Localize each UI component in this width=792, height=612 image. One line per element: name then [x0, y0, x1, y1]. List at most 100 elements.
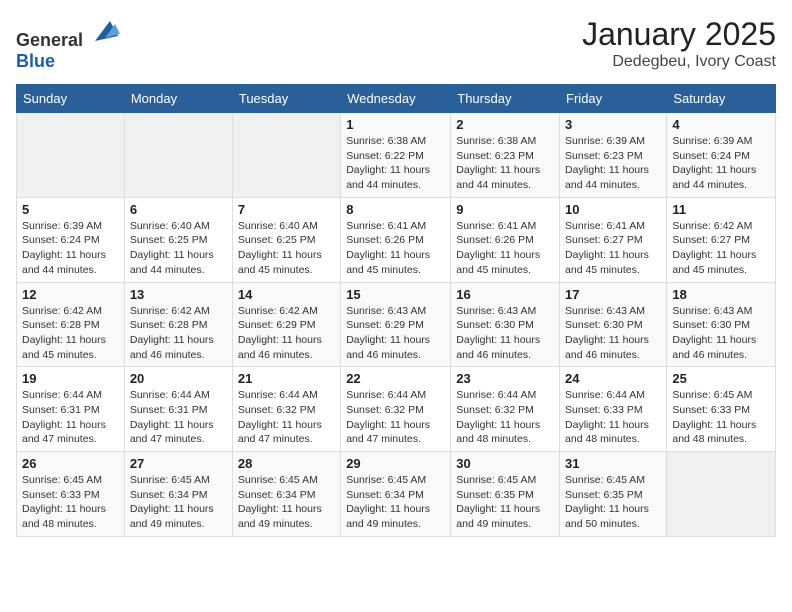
calendar-cell: 5 Sunrise: 6:39 AM Sunset: 6:24 PM Daylig… — [17, 197, 125, 282]
day-info: Sunrise: 6:41 AM Sunset: 6:26 PM Dayligh… — [346, 219, 445, 278]
calendar-day-header: Saturday — [667, 85, 776, 113]
calendar-day-header: Tuesday — [232, 85, 340, 113]
day-info: Sunrise: 6:39 AM Sunset: 6:24 PM Dayligh… — [22, 219, 119, 278]
calendar-cell: 12 Sunrise: 6:42 AM Sunset: 6:28 PM Dayli… — [17, 282, 125, 367]
day-info: Sunrise: 6:44 AM Sunset: 6:32 PM Dayligh… — [238, 388, 335, 447]
day-info: Sunrise: 6:43 AM Sunset: 6:30 PM Dayligh… — [456, 304, 554, 363]
day-number: 25 — [672, 371, 770, 386]
calendar-cell: 28 Sunrise: 6:45 AM Sunset: 6:34 PM Dayli… — [232, 452, 340, 537]
day-info: Sunrise: 6:42 AM Sunset: 6:28 PM Dayligh… — [130, 304, 227, 363]
day-number: 20 — [130, 371, 227, 386]
day-number: 13 — [130, 287, 227, 302]
day-info: Sunrise: 6:42 AM Sunset: 6:28 PM Dayligh… — [22, 304, 119, 363]
page-title: January 2025 — [582, 16, 776, 53]
day-info: Sunrise: 6:45 AM Sunset: 6:34 PM Dayligh… — [130, 473, 227, 532]
day-number: 8 — [346, 202, 445, 217]
day-number: 28 — [238, 456, 335, 471]
day-number: 19 — [22, 371, 119, 386]
calendar-cell: 17 Sunrise: 6:43 AM Sunset: 6:30 PM Dayli… — [560, 282, 667, 367]
day-number: 31 — [565, 456, 661, 471]
calendar-cell: 19 Sunrise: 6:44 AM Sunset: 6:31 PM Dayli… — [17, 367, 125, 452]
calendar-week-row: 12 Sunrise: 6:42 AM Sunset: 6:28 PM Dayli… — [17, 282, 776, 367]
day-number: 12 — [22, 287, 119, 302]
day-info: Sunrise: 6:38 AM Sunset: 6:23 PM Dayligh… — [456, 134, 554, 193]
logo-general: General — [16, 30, 83, 50]
calendar-day-header: Monday — [124, 85, 232, 113]
day-info: Sunrise: 6:40 AM Sunset: 6:25 PM Dayligh… — [130, 219, 227, 278]
day-info: Sunrise: 6:44 AM Sunset: 6:31 PM Dayligh… — [22, 388, 119, 447]
calendar-cell — [17, 113, 125, 198]
day-info: Sunrise: 6:44 AM Sunset: 6:31 PM Dayligh… — [130, 388, 227, 447]
day-info: Sunrise: 6:38 AM Sunset: 6:22 PM Dayligh… — [346, 134, 445, 193]
logo: General Blue — [16, 16, 120, 72]
calendar-cell: 29 Sunrise: 6:45 AM Sunset: 6:34 PM Dayli… — [341, 452, 451, 537]
page-subtitle: Dedegbeu, Ivory Coast — [582, 53, 776, 71]
day-number: 24 — [565, 371, 661, 386]
calendar-cell: 18 Sunrise: 6:43 AM Sunset: 6:30 PM Dayli… — [667, 282, 776, 367]
calendar-cell: 13 Sunrise: 6:42 AM Sunset: 6:28 PM Dayli… — [124, 282, 232, 367]
calendar-cell: 22Sunrise: 6:44 AM Sunset: 6:32 PM Dayli… — [341, 367, 451, 452]
calendar-cell: 3 Sunrise: 6:39 AM Sunset: 6:23 PM Daylig… — [560, 113, 667, 198]
day-number: 2 — [456, 117, 554, 132]
calendar-cell: 8 Sunrise: 6:41 AM Sunset: 6:26 PM Daylig… — [341, 197, 451, 282]
calendar-cell: 4Sunrise: 6:39 AM Sunset: 6:24 PM Daylig… — [667, 113, 776, 198]
day-number: 14 — [238, 287, 335, 302]
day-info: Sunrise: 6:45 AM Sunset: 6:35 PM Dayligh… — [565, 473, 661, 532]
day-info: Sunrise: 6:39 AM Sunset: 6:23 PM Dayligh… — [565, 134, 661, 193]
day-info: Sunrise: 6:41 AM Sunset: 6:27 PM Dayligh… — [565, 219, 661, 278]
day-number: 4 — [672, 117, 770, 132]
calendar-cell: 6Sunrise: 6:40 AM Sunset: 6:25 PM Daylig… — [124, 197, 232, 282]
calendar-cell: 31 Sunrise: 6:45 AM Sunset: 6:35 PM Dayli… — [560, 452, 667, 537]
logo-blue: Blue — [16, 51, 55, 71]
day-number: 17 — [565, 287, 661, 302]
day-number: 11 — [672, 202, 770, 217]
calendar-day-header: Sunday — [17, 85, 125, 113]
calendar-cell: 20 Sunrise: 6:44 AM Sunset: 6:31 PM Dayli… — [124, 367, 232, 452]
day-info: Sunrise: 6:44 AM Sunset: 6:32 PM Dayligh… — [346, 388, 445, 447]
calendar-cell: 24Sunrise: 6:44 AM Sunset: 6:33 PM Dayli… — [560, 367, 667, 452]
day-number: 1 — [346, 117, 445, 132]
day-number: 10 — [565, 202, 661, 217]
calendar-day-header: Thursday — [451, 85, 560, 113]
calendar-cell: 10 Sunrise: 6:41 AM Sunset: 6:27 PM Dayli… — [560, 197, 667, 282]
day-number: 16 — [456, 287, 554, 302]
calendar-cell — [232, 113, 340, 198]
day-number: 29 — [346, 456, 445, 471]
day-number: 9 — [456, 202, 554, 217]
calendar-cell: 30Sunrise: 6:45 AM Sunset: 6:35 PM Dayli… — [451, 452, 560, 537]
calendar-cell: 26Sunrise: 6:45 AM Sunset: 6:33 PM Dayli… — [17, 452, 125, 537]
day-number: 30 — [456, 456, 554, 471]
calendar-cell: 15Sunrise: 6:43 AM Sunset: 6:29 PM Dayli… — [341, 282, 451, 367]
page-header: General Blue January 2025 Dedegbeu, Ivor… — [16, 16, 776, 72]
day-number: 5 — [22, 202, 119, 217]
calendar-week-row: 19 Sunrise: 6:44 AM Sunset: 6:31 PM Dayli… — [17, 367, 776, 452]
day-number: 21 — [238, 371, 335, 386]
calendar-header-row: SundayMondayTuesdayWednesdayThursdayFrid… — [17, 85, 776, 113]
calendar-week-row: 26Sunrise: 6:45 AM Sunset: 6:33 PM Dayli… — [17, 452, 776, 537]
logo-text: General Blue — [16, 16, 120, 72]
calendar-cell — [667, 452, 776, 537]
day-info: Sunrise: 6:43 AM Sunset: 6:30 PM Dayligh… — [672, 304, 770, 363]
day-number: 15 — [346, 287, 445, 302]
calendar-cell: 27 Sunrise: 6:45 AM Sunset: 6:34 PM Dayli… — [124, 452, 232, 537]
calendar-cell: 16 Sunrise: 6:43 AM Sunset: 6:30 PM Dayli… — [451, 282, 560, 367]
day-number: 27 — [130, 456, 227, 471]
calendar-cell: 23 Sunrise: 6:44 AM Sunset: 6:32 PM Dayli… — [451, 367, 560, 452]
day-number: 18 — [672, 287, 770, 302]
day-info: Sunrise: 6:45 AM Sunset: 6:33 PM Dayligh… — [672, 388, 770, 447]
title-block: January 2025 Dedegbeu, Ivory Coast — [582, 16, 776, 71]
day-info: Sunrise: 6:41 AM Sunset: 6:26 PM Dayligh… — [456, 219, 554, 278]
day-number: 7 — [238, 202, 335, 217]
day-number: 3 — [565, 117, 661, 132]
day-number: 23 — [456, 371, 554, 386]
logo-icon — [90, 16, 120, 46]
calendar-cell: 9 Sunrise: 6:41 AM Sunset: 6:26 PM Daylig… — [451, 197, 560, 282]
day-number: 26 — [22, 456, 119, 471]
calendar-cell — [124, 113, 232, 198]
day-info: Sunrise: 6:44 AM Sunset: 6:32 PM Dayligh… — [456, 388, 554, 447]
day-info: Sunrise: 6:45 AM Sunset: 6:34 PM Dayligh… — [346, 473, 445, 532]
day-info: Sunrise: 6:45 AM Sunset: 6:34 PM Dayligh… — [238, 473, 335, 532]
day-info: Sunrise: 6:42 AM Sunset: 6:29 PM Dayligh… — [238, 304, 335, 363]
calendar-day-header: Wednesday — [341, 85, 451, 113]
day-info: Sunrise: 6:43 AM Sunset: 6:30 PM Dayligh… — [565, 304, 661, 363]
